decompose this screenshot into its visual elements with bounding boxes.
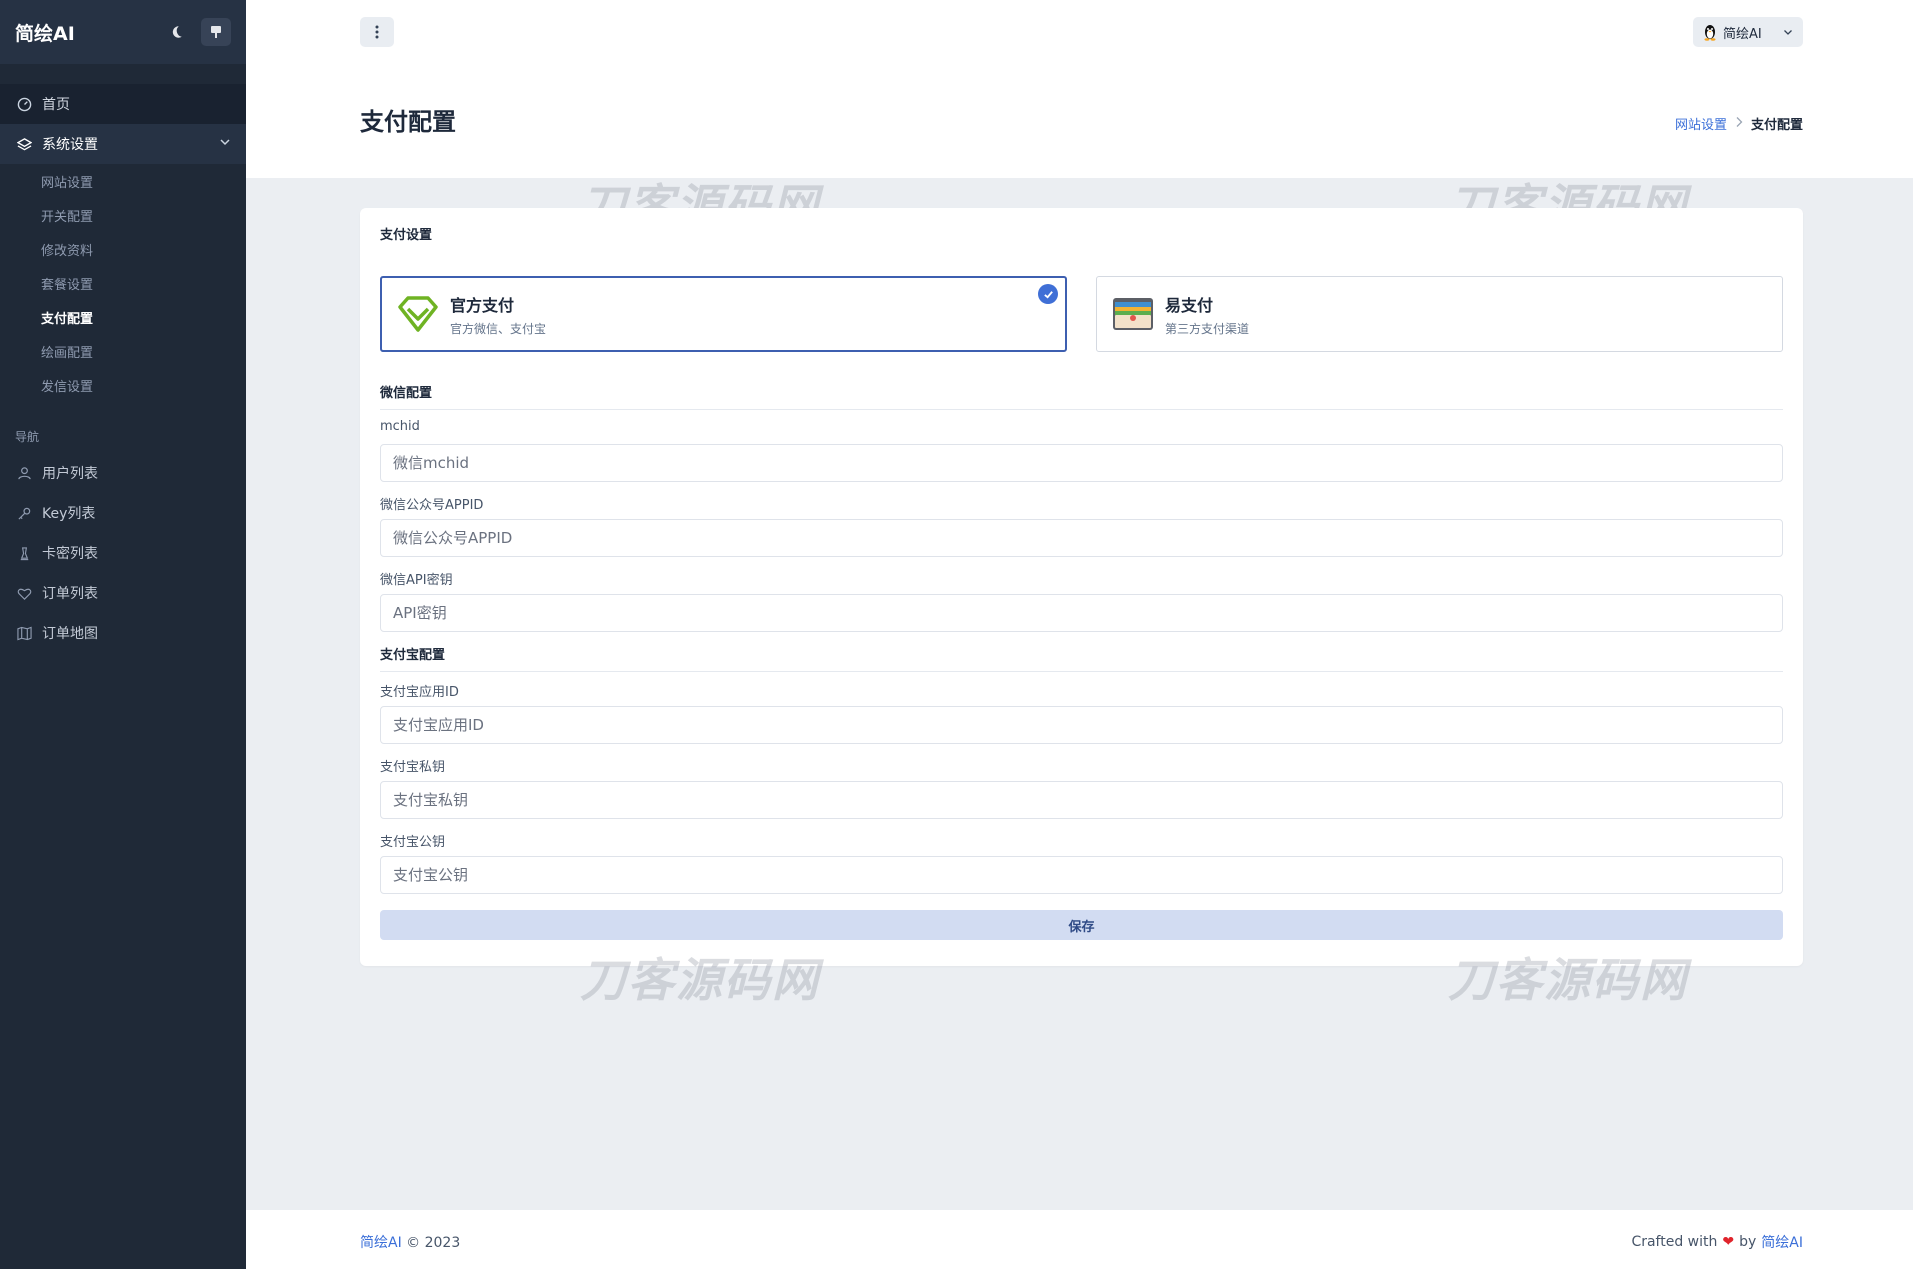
dark-mode-toggle[interactable] xyxy=(161,18,191,46)
user-name: 简绘AI xyxy=(1723,26,1762,42)
alipay-private-key-label: 支付宝私钥 xyxy=(380,760,446,775)
footer-copyright: 简绘AI © 2023 xyxy=(360,1232,460,1252)
alipay-app-id-label: 支付宝应用ID xyxy=(380,685,459,700)
heart-icon: ❤ xyxy=(1722,1234,1735,1250)
sidebar-nav: 首页 系统设置 网站设置 开关配置 修改资料 套餐设置 支付配置 绘画配置 发信… xyxy=(0,64,246,653)
top-header: 简绘AI xyxy=(246,0,1913,64)
payment-option-epay[interactable]: 易支付 第三方支付渠道 xyxy=(1096,276,1783,352)
payment-option-name: 易支付 xyxy=(1165,295,1214,315)
mchid-input[interactable] xyxy=(380,444,1783,482)
page-header: 支付配置 网站设置 支付配置 xyxy=(246,64,1913,178)
sidebar-item-label: 卡密列表 xyxy=(42,546,98,562)
alipay-public-key-label: 支付宝公钥 xyxy=(380,835,446,850)
payment-option-name: 官方支付 xyxy=(450,295,515,315)
sidebar-sub-mail-settings[interactable]: 发信设置 xyxy=(0,368,246,402)
sidebar-sub-switch-config[interactable]: 开关配置 xyxy=(0,198,246,232)
sidebar-item-label: 订单地图 xyxy=(42,626,98,642)
chevron-down-icon xyxy=(1784,30,1792,35)
wechat-appid-label: 微信公众号APPID xyxy=(380,498,484,513)
breadcrumb-current: 支付配置 xyxy=(1750,118,1803,133)
wechat-api-key-label: 微信API密钥 xyxy=(380,573,453,588)
payment-settings-card: 支付设置 官方支付 官方微信、支付宝 易支付 第三方支付渠道 微信配置 mchi… xyxy=(360,208,1803,966)
chevron-right-icon xyxy=(1735,116,1743,132)
map-icon xyxy=(15,624,33,642)
sidebar-sub-plan-settings[interactable]: 套餐设置 xyxy=(0,266,246,300)
brush-icon xyxy=(211,26,221,38)
alipay-public-key-input[interactable] xyxy=(380,856,1783,894)
sidebar-item-order-map[interactable]: 订单地图 xyxy=(0,613,246,653)
sidebar-item-label: 首页 xyxy=(42,97,70,113)
sidebar-item-system-settings[interactable]: 系统设置 xyxy=(0,124,246,164)
user-menu-button[interactable]: 简绘AI xyxy=(1693,17,1803,47)
penguin-avatar-icon xyxy=(1704,24,1716,41)
crafted-text: Crafted with xyxy=(1631,1234,1718,1250)
menu-button[interactable] xyxy=(360,17,394,47)
diamond-icon xyxy=(396,292,440,336)
wechat-api-key-input[interactable] xyxy=(380,594,1783,632)
dashboard-icon xyxy=(15,95,33,113)
nav-section-heading: 导航 xyxy=(15,430,40,444)
alipay-app-id-input[interactable] xyxy=(380,706,1783,744)
theme-button[interactable] xyxy=(201,18,231,46)
sidebar-item-cards[interactable]: 卡密列表 xyxy=(0,533,246,573)
alipay-config-heading: 支付宝配置 xyxy=(380,644,1783,672)
by-text: by xyxy=(1739,1234,1757,1250)
sidebar-sub-payment-config[interactable]: 支付配置 xyxy=(0,300,246,334)
heart-icon xyxy=(15,584,33,602)
sidebar-item-label: Key列表 xyxy=(42,506,96,522)
wallet-icon xyxy=(1111,292,1155,336)
chess-icon xyxy=(15,544,33,562)
brand-logo[interactable]: 简绘AI xyxy=(15,19,151,46)
chevron-down-icon xyxy=(219,136,231,152)
payment-option-desc: 官方微信、支付宝 xyxy=(450,321,547,336)
footer-author-link[interactable]: 简绘AI xyxy=(1761,1232,1803,1252)
sidebar-sub-edit-profile[interactable]: 修改资料 xyxy=(0,232,246,266)
sidebar-item-label: 订单列表 xyxy=(42,586,98,602)
wechat-appid-input[interactable] xyxy=(380,519,1783,557)
payment-option-official[interactable]: 官方支付 官方微信、支付宝 xyxy=(380,276,1067,352)
copyright-text: © 2023 xyxy=(406,1235,461,1251)
sidebar-header: 简绘AI xyxy=(0,0,246,64)
sidebar-sub-drawing-config[interactable]: 绘画配置 xyxy=(0,334,246,368)
sidebar-item-keys[interactable]: Key列表 xyxy=(0,493,246,533)
sidebar-item-orders[interactable]: 订单列表 xyxy=(0,573,246,613)
breadcrumb: 网站设置 支付配置 xyxy=(1675,114,1803,133)
mchid-label: mchid xyxy=(380,419,420,434)
footer: 简绘AI © 2023 Crafted with ❤ by 简绘AI xyxy=(246,1210,1913,1269)
more-vertical-icon xyxy=(375,25,379,39)
footer-credits: Crafted with ❤ by 简绘AI xyxy=(1631,1232,1803,1252)
users-icon xyxy=(15,464,33,482)
watermark: 刀客源码网 xyxy=(580,953,820,1007)
sidebar-item-label: 用户列表 xyxy=(42,466,98,482)
alipay-private-key-input[interactable] xyxy=(380,781,1783,819)
sidebar-item-users[interactable]: 用户列表 xyxy=(0,453,246,493)
save-button[interactable]: 保存 xyxy=(380,910,1783,940)
sidebar: 简绘AI 首页 系统设置 网站设置 开关配置 修改资料 套餐设置 支付配置 绘画… xyxy=(0,0,246,1269)
sidebar-sub-website-settings[interactable]: 网站设置 xyxy=(0,164,246,198)
wechat-config-heading: 微信配置 xyxy=(380,382,1783,410)
moon-icon xyxy=(172,26,182,38)
layers-icon xyxy=(15,135,33,153)
check-circle-icon xyxy=(1038,284,1058,304)
sidebar-item-home[interactable]: 首页 xyxy=(0,84,246,124)
footer-brand-link[interactable]: 简绘AI xyxy=(360,1235,402,1251)
page-title: 支付配置 xyxy=(360,108,456,136)
sidebar-item-label: 系统设置 xyxy=(42,137,98,153)
key-icon xyxy=(15,504,33,522)
payment-option-desc: 第三方支付渠道 xyxy=(1165,321,1250,336)
breadcrumb-parent-link[interactable]: 网站设置 xyxy=(1675,114,1727,133)
watermark: 刀客源码网 xyxy=(1448,953,1688,1007)
card-title: 支付设置 xyxy=(380,228,433,243)
